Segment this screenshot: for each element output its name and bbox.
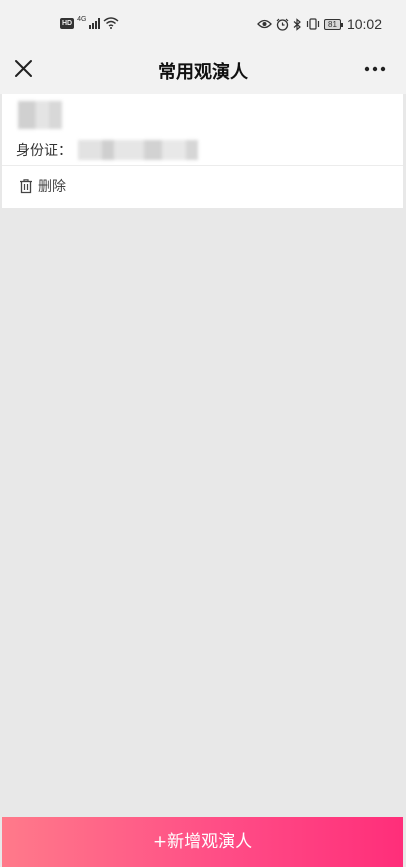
page-title: 常用观演人: [158, 62, 248, 83]
signal-icon: [89, 17, 101, 29]
viewer-name-redacted: [18, 101, 62, 129]
trash-icon: [20, 179, 32, 194]
hd-badge: HD: [60, 17, 75, 29]
id-label: 身份证：: [16, 143, 72, 159]
id-row: 身份证：: [16, 140, 198, 160]
nav-bar: 常用观演人: [0, 46, 406, 94]
status-right: 81 10:02: [257, 16, 382, 32]
status-time: 10:02: [346, 16, 382, 32]
vibrate-icon: [306, 18, 320, 30]
bluetooth-icon: [293, 17, 301, 31]
delete-label: 删除: [38, 179, 66, 195]
status-left: HD 4G: [60, 15, 119, 29]
network-type-label: 4G: [77, 15, 87, 23]
wifi-icon: [104, 17, 119, 29]
status-bar: HD 4G 81 10:02: [0, 0, 406, 46]
battery-icon: 81: [324, 18, 343, 30]
id-number-redacted: [78, 140, 198, 160]
alarm-icon: [276, 18, 289, 31]
add-viewer-button[interactable]: +新增观演人: [2, 817, 403, 867]
more-button[interactable]: [362, 56, 388, 82]
delete-button[interactable]: 删除: [18, 176, 66, 196]
eye-icon: [257, 19, 272, 29]
viewer-card: 身份证： 删除: [2, 94, 403, 208]
more-icon: [364, 66, 386, 72]
card-divider: [2, 165, 403, 166]
